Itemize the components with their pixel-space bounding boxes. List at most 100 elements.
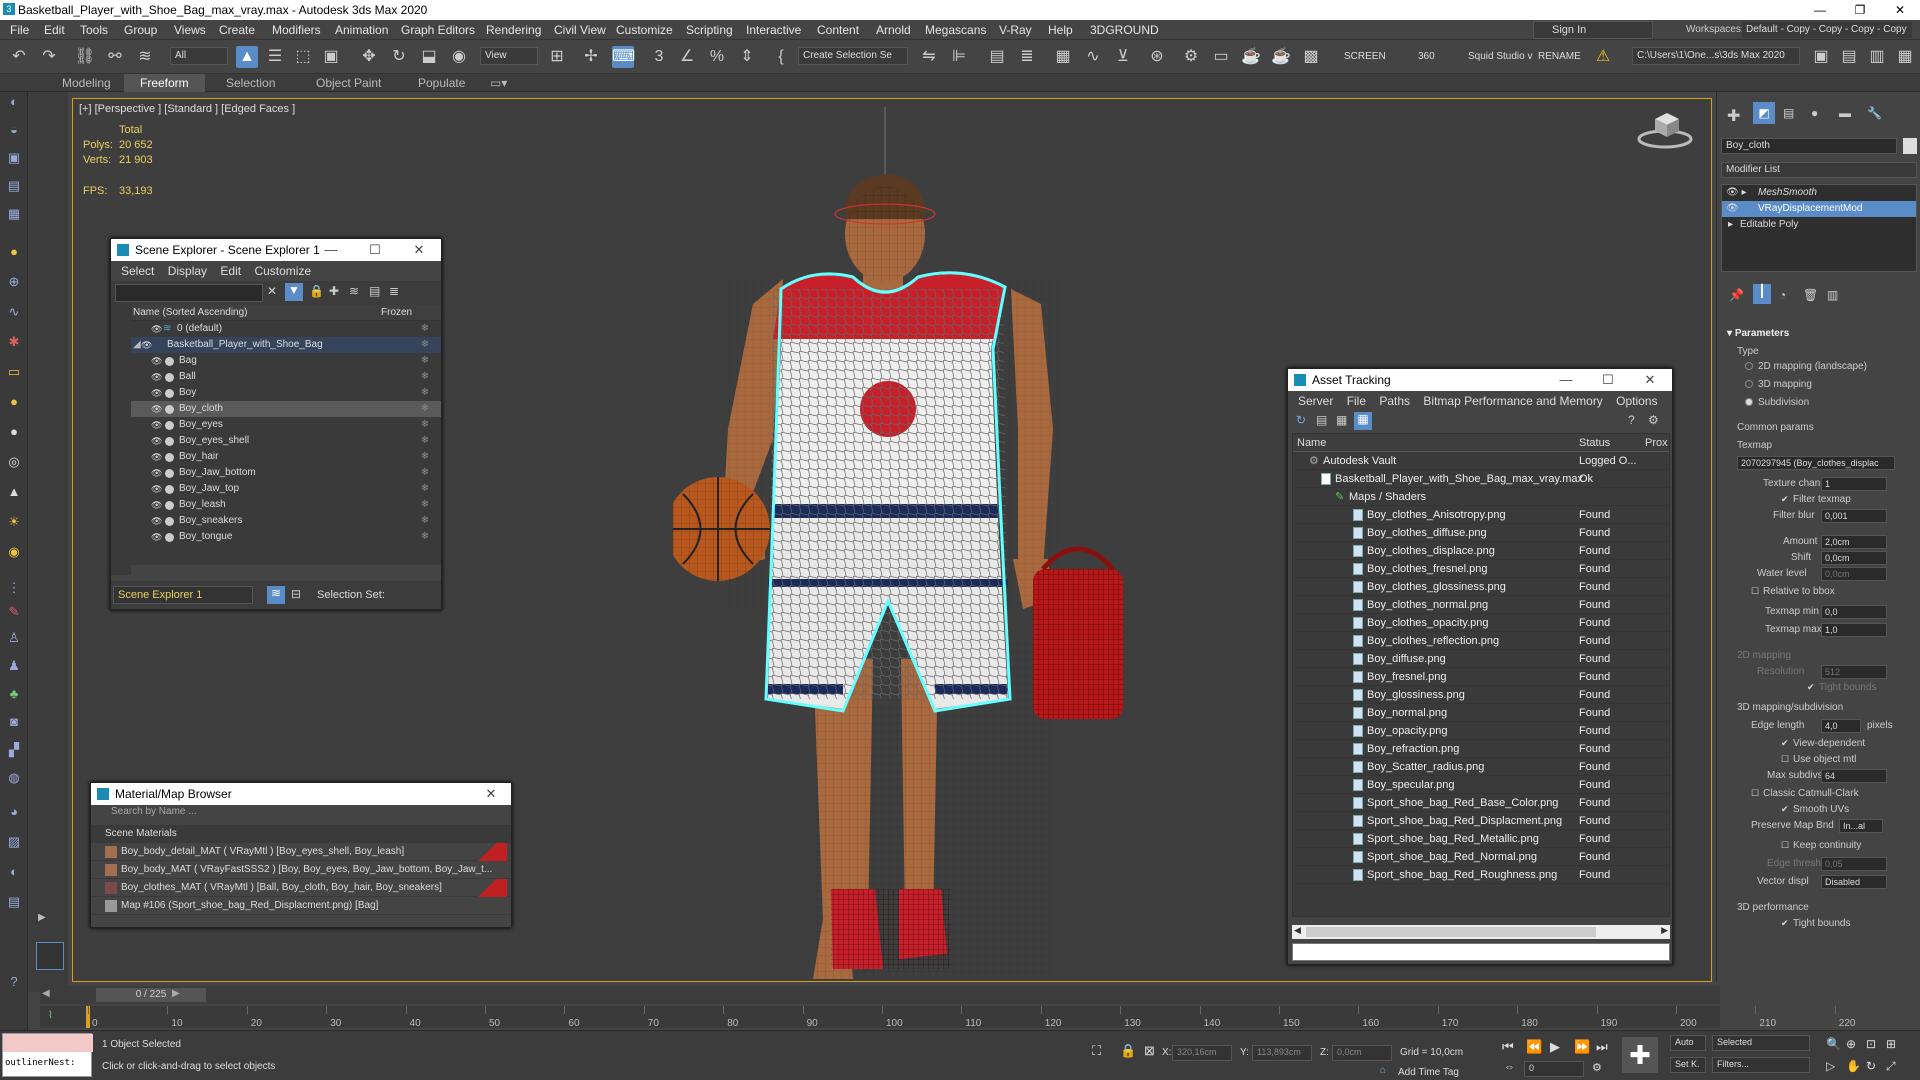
asset-row[interactable]: Boy_clothes_glossiness.png Found [1293,578,1669,596]
col-proxy[interactable]: Prox [1645,434,1668,452]
field-of-view-icon[interactable]: ▷ [1826,1059,1835,1073]
scroll-thumb[interactable] [1306,927,1596,937]
toggle-scene-explorer-icon[interactable]: ▤ [986,46,1008,68]
menu-megascans[interactable]: Megascans [925,23,986,37]
add-time-tag[interactable]: Add Time Tag [1398,1067,1459,1078]
next-frame-icon[interactable]: ▶ [172,988,180,999]
maximize-viewport-icon[interactable]: ⤢ [1886,1059,1896,1074]
help-tool-icon[interactable]: ? [4,972,24,992]
asset-row[interactable]: Boy_clothes_reflection.png Found [1293,632,1669,650]
skin-tool-icon[interactable]: ♟ [4,656,24,676]
texture-chan-spinner[interactable]: 1 [1821,477,1887,491]
menu-animation[interactable]: Animation [335,23,388,37]
scene-explorer-titlebar[interactable]: Scene Explorer - Scene Explorer 1 — ☐ ✕ [111,239,441,261]
filter-blur-spinner[interactable]: 0,001 [1821,509,1887,523]
modifier-list-dropdown[interactable]: Modifier List [1721,162,1917,178]
character-tool-icon[interactable]: ♙ [4,628,24,648]
asset-row[interactable]: Sport_shoe_bag_Red_Displacment.png Found [1293,812,1669,830]
radio-3d-mapping[interactable]: 3D mapping [1745,379,1812,390]
key-filter-dropdown[interactable]: Selected [1712,1035,1810,1051]
eye-icon[interactable]: 👁 [151,417,162,430]
eye-icon[interactable]: 👁 ▸ [1726,185,1747,201]
info-tool-icon[interactable]: ◐ [4,862,24,882]
texmap-max-spinner[interactable]: 1,0 [1821,623,1887,637]
resolution-spinner[interactable]: 512 [1821,665,1887,679]
material-search-input[interactable]: Search by Name ... [91,805,511,821]
unlink-icon[interactable]: ⚯ [104,46,126,68]
scene-materials-group[interactable]: Scene Materials [91,825,511,843]
max-subdivs-spinner[interactable]: 64 [1821,769,1887,783]
col-frozen-header[interactable]: Frozen [381,305,412,321]
menu-interactive[interactable]: Interactive [746,23,801,37]
texmap-min-spinner[interactable]: 0,0 [1821,605,1887,619]
tight-bounds-checkbox[interactable]: ✔ Tight bounds [1807,682,1876,693]
object-row[interactable]: 👁 Bag ❄ [131,353,441,369]
close-button[interactable]: ✕ [1880,0,1920,20]
spacewarp-tool-icon[interactable]: ∿ [4,302,24,322]
lock-selection-icon[interactable]: 🔒 [1120,1043,1136,1059]
spinner-snap-icon[interactable]: ⇕ [736,46,758,68]
settings-icon[interactable]: ⚙ [1648,413,1659,427]
rename-label[interactable]: RENAME [1538,51,1581,62]
link-icon[interactable]: ⛓ [74,46,96,68]
curve-editor-mini-icon[interactable]: ⌇ [48,1010,53,1021]
edit-named-sel-icon[interactable]: { [770,46,792,68]
object-row[interactable]: 👁 Boy_Jaw_top ❄ [131,481,441,497]
light-tool-icon[interactable]: ● [4,242,24,262]
asset-row[interactable]: Boy_glossiness.png Found [1293,686,1669,704]
tab-selection[interactable]: Selection [226,76,275,90]
freeze-icon[interactable]: ❄ [421,449,429,465]
menu-edit[interactable]: Edit [44,23,65,37]
layer-row[interactable]: 👁 ≋ 0 (default) ❄ [131,321,441,337]
material-editor-icon[interactable]: ⊛ [1146,46,1168,68]
eye-icon[interactable]: 👁 [151,465,162,478]
shape-tool-icon[interactable]: ▭ [4,362,24,382]
record-tool-icon[interactable]: ◍ [4,768,24,788]
orbit-icon[interactable]: ↻ [1866,1059,1876,1073]
asset-row[interactable]: Boy_refraction.png Found [1293,740,1669,758]
basketball-player-model[interactable] [673,99,1193,983]
create-tab-icon[interactable]: ✚ [1727,106,1740,126]
texmap-button[interactable]: 2070297945 (Boy_clothes_displac [1737,456,1895,470]
restore-button[interactable]: ❐ [1840,0,1880,20]
asset-row[interactable]: Boy_fresnel.png Found [1293,668,1669,686]
layout2-icon[interactable]: ▥ [1866,46,1888,68]
object-row[interactable]: 👁 Ball ❄ [131,369,441,385]
tab-freeform[interactable]: Freeform [124,74,205,92]
scale-icon[interactable]: ⬓ [418,46,440,68]
rotation-360-label[interactable]: 360 [1418,51,1435,62]
camera-tool-icon[interactable]: ◙ [4,712,24,732]
lock-icon[interactable]: 🔒 [309,284,324,298]
sphere-tool-icon[interactable]: ● [4,392,24,412]
material-row[interactable]: Map #106 (Sport_shoe_bag_Red_Displacment… [91,897,511,915]
bone-tool-icon[interactable]: ✎ [4,602,24,622]
hierarchy-tab-icon[interactable]: ▤ [1783,106,1794,120]
at-menu-file[interactable]: File [1347,394,1366,408]
time-tag-icon[interactable]: ⌂ [1380,1065,1386,1076]
time-slider[interactable]: 0 / 225 [96,988,206,1002]
stack-icon[interactable]: ≣ [389,284,399,298]
configure-sets-icon[interactable]: ▥ [1827,288,1838,302]
freeze-icon[interactable]: ❄ [421,481,429,497]
asset-row[interactable]: Boy_Scatter_radius.png Found [1293,758,1669,776]
asset-row[interactable]: Boy_clothes_Anisotropy.png Found [1293,506,1669,524]
edge-length-spinner[interactable]: 4,0 [1821,719,1861,733]
explorer-name-dropdown[interactable]: Scene Explorer 1 [113,586,253,604]
se-menu-customize[interactable]: Customize [254,264,311,278]
hierarchy-toggle-icon[interactable]: ⊟ [291,587,301,601]
asset-row[interactable]: Boy_opacity.png Found [1293,722,1669,740]
menu-help[interactable]: Help [1048,23,1073,37]
eye-icon[interactable]: 👁 [151,513,162,526]
eye-icon[interactable]: 👁 [151,385,162,398]
asset-row[interactable]: Sport_shoe_bag_Red_Metallic.png Found [1293,830,1669,848]
menu-tools[interactable]: Tools [80,23,108,37]
render-production-icon[interactable]: ☕ [1240,46,1262,68]
clear-search-icon[interactable]: ✕ [267,284,277,298]
eye-icon[interactable]: 👁 [151,401,162,414]
mb-close-button[interactable]: ✕ [471,783,511,805]
classic-catmull-checkbox[interactable]: ☐ Classic Catmull-Clark [1751,788,1859,799]
table-icon[interactable]: ▦ [1336,413,1347,427]
current-frame-field[interactable]: 0 [1524,1061,1584,1077]
freeze-icon[interactable]: ❄ [421,401,429,417]
cube-tool-icon[interactable]: ▨ [4,832,24,852]
